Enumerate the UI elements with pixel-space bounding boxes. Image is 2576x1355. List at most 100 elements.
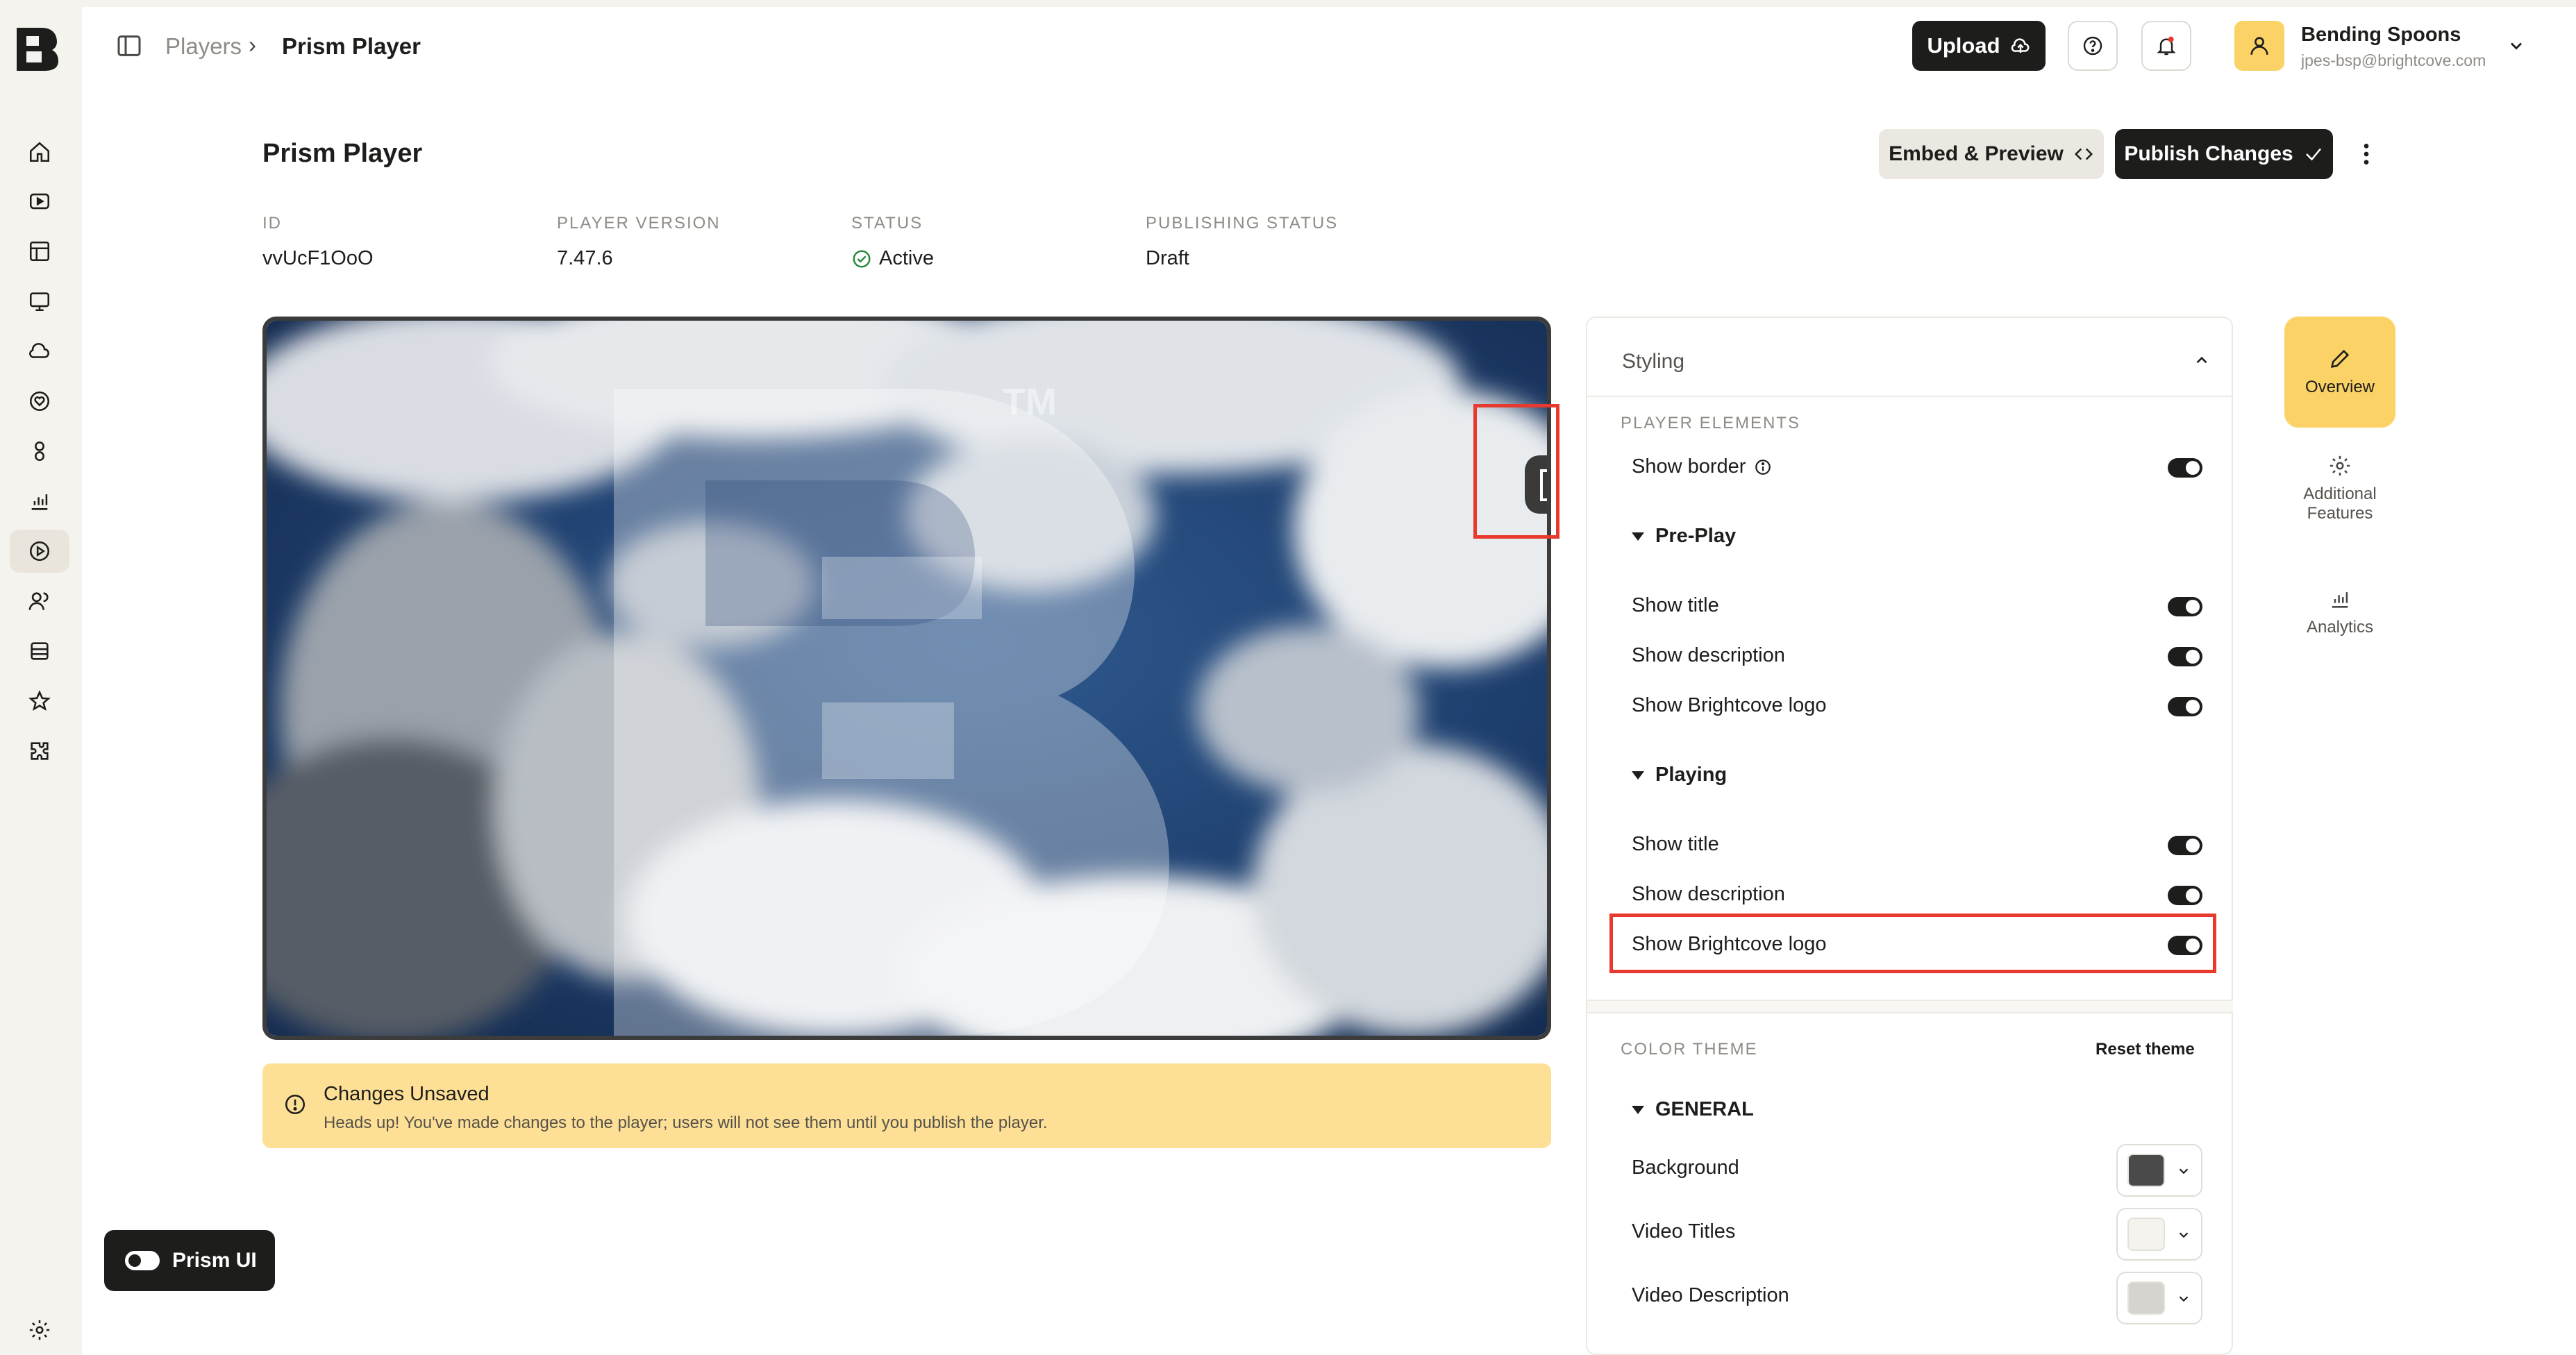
caret-down-icon [1632,1105,1644,1114]
check-icon [2305,148,2321,161]
upload-label: Upload [1927,33,2000,58]
unsaved-changes-banner: Changes Unsaved Heads up! You've made ch… [262,1063,1551,1148]
preplay-label: Pre-Play [1655,525,1737,547]
version-label: PLAYER VERSION [557,214,721,233]
preplay-group[interactable]: Pre-Play [1632,525,1736,548]
status-label: STATUS [851,214,923,233]
chevron-down-icon[interactable] [2507,36,2526,56]
logo-highlight-box [1473,404,1559,539]
prism-ui-label: Prism UI [172,1249,257,1272]
pencil-icon [2331,349,2350,368]
rail-analytics-label: Analytics [2306,618,2374,637]
main-area: Players › Prism Player Upload Bending Sp… [82,0,2576,1355]
nav-engagement-icon[interactable] [10,380,69,423]
help-button[interactable] [2068,21,2118,71]
nav-layout-icon[interactable] [10,230,69,273]
caret-down-icon [1632,771,1644,780]
bell-icon [2157,36,2176,56]
analytics-icon [2332,592,2348,608]
publishing-status-label: PUBLISHING STATUS [1146,214,1339,233]
preplay-show-title-label: Show title [1632,594,1719,616]
nav-favorites-icon[interactable] [10,680,69,723]
code-icon [2074,148,2093,160]
color-swatch [2127,1218,2165,1251]
rail-overview[interactable]: Overview [2284,317,2395,428]
status-badge: Active [851,247,934,270]
page-title: Prism Player [262,139,423,168]
upload-icon [2011,38,2029,53]
embed-preview-button[interactable]: Embed & Preview [1879,129,2104,179]
video-preview[interactable]: TM [262,317,1551,1040]
playing-group[interactable]: Playing [1632,764,1727,786]
background-color-picker[interactable] [2116,1144,2202,1197]
nav-social-icon[interactable] [10,430,69,473]
warning-text: Heads up! You've made changes to the pla… [324,1113,1048,1132]
nav-home-icon[interactable] [10,131,69,174]
chevron-down-icon [2179,1296,2189,1302]
preplay-show-description-label: Show description [1632,644,1785,666]
chevron-down-icon [2179,1168,2189,1175]
styling-title[interactable]: Styling [1622,350,1684,373]
nav-live-icon[interactable] [10,280,69,323]
status-value: Active [879,247,934,269]
account-name[interactable]: Bending Spoons [2301,24,2461,47]
avatar[interactable] [2234,21,2284,71]
playing-show-description-toggle[interactable] [2168,886,2202,905]
playing-show-title-label: Show title [1632,833,1719,855]
rail-analytics[interactable]: Analytics [2284,587,2395,637]
show-border-toggle[interactable] [2168,458,2202,478]
chevron-down-icon [2179,1232,2189,1238]
nav-media-icon[interactable] [10,180,69,223]
help-icon [2083,36,2102,56]
panel-toggle-icon[interactable] [115,32,143,60]
nav-cloud-icon[interactable] [10,330,69,373]
embed-label: Embed & Preview [1889,142,2064,165]
nav-plugins-icon[interactable] [10,730,69,773]
rail-additional-features[interactable]: Additional Features [2284,454,2395,523]
video-titles-color-picker[interactable] [2116,1208,2202,1261]
preplay-show-logo-toggle[interactable] [2168,697,2202,716]
color-swatch [2127,1154,2165,1187]
show-border-label: Show border [1632,455,1772,478]
nav-analytics-icon[interactable] [10,480,69,523]
player-elements-label: PLAYER ELEMENTS [1621,414,1800,432]
notifications-button[interactable] [2141,21,2191,71]
publish-changes-button[interactable]: Publish Changes [2115,129,2333,179]
upload-button[interactable]: Upload [1912,21,2046,71]
video-thumbnail-clouds [267,321,1547,1036]
video-description-color-label: Video Description [1632,1284,1789,1306]
preplay-show-title-toggle[interactable] [2168,597,2202,616]
nav-storage-icon[interactable] [10,630,69,673]
show-border-text: Show border [1632,455,1746,478]
nav-users-icon[interactable] [10,580,69,623]
trademark-text: TM [1003,381,1057,423]
caret-down-icon [1632,532,1644,541]
breadcrumb-players[interactable]: Players [165,33,242,60]
preplay-show-description-toggle[interactable] [2168,647,2202,666]
section-divider [1587,1000,2233,1013]
user-icon [2250,37,2268,55]
video-description-color-picker[interactable] [2116,1272,2202,1324]
general-label: GENERAL [1655,1098,1754,1120]
version-value: 7.47.6 [557,247,613,269]
reset-theme-link[interactable]: Reset theme [2096,1040,2195,1059]
info-icon[interactable] [1754,458,1772,476]
color-swatch [2127,1281,2165,1315]
warning-icon [285,1094,306,1115]
check-circle-icon [853,250,871,267]
nav-players-icon[interactable] [10,530,69,573]
playing-show-title-toggle[interactable] [2168,836,2202,855]
breadcrumb-separator: › [249,32,256,58]
brightcove-logo[interactable] [14,25,61,72]
rail-additional-features-label: Additional Features [2303,485,2377,523]
general-group[interactable]: GENERAL [1632,1098,1754,1121]
more-options-icon[interactable] [2352,140,2380,168]
styling-panel: Styling PLAYER ELEMENTS Show border Pre-… [1586,317,2233,1355]
background-color-label: Background [1632,1156,1739,1179]
gear-icon [2330,455,2350,476]
playing-show-description-label: Show description [1632,883,1785,905]
chevron-up-icon[interactable] [2193,351,2211,369]
prism-ui-toggle[interactable]: Prism UI [104,1230,275,1291]
playing-label: Playing [1655,764,1728,786]
nav-settings-icon[interactable] [10,1311,69,1349]
